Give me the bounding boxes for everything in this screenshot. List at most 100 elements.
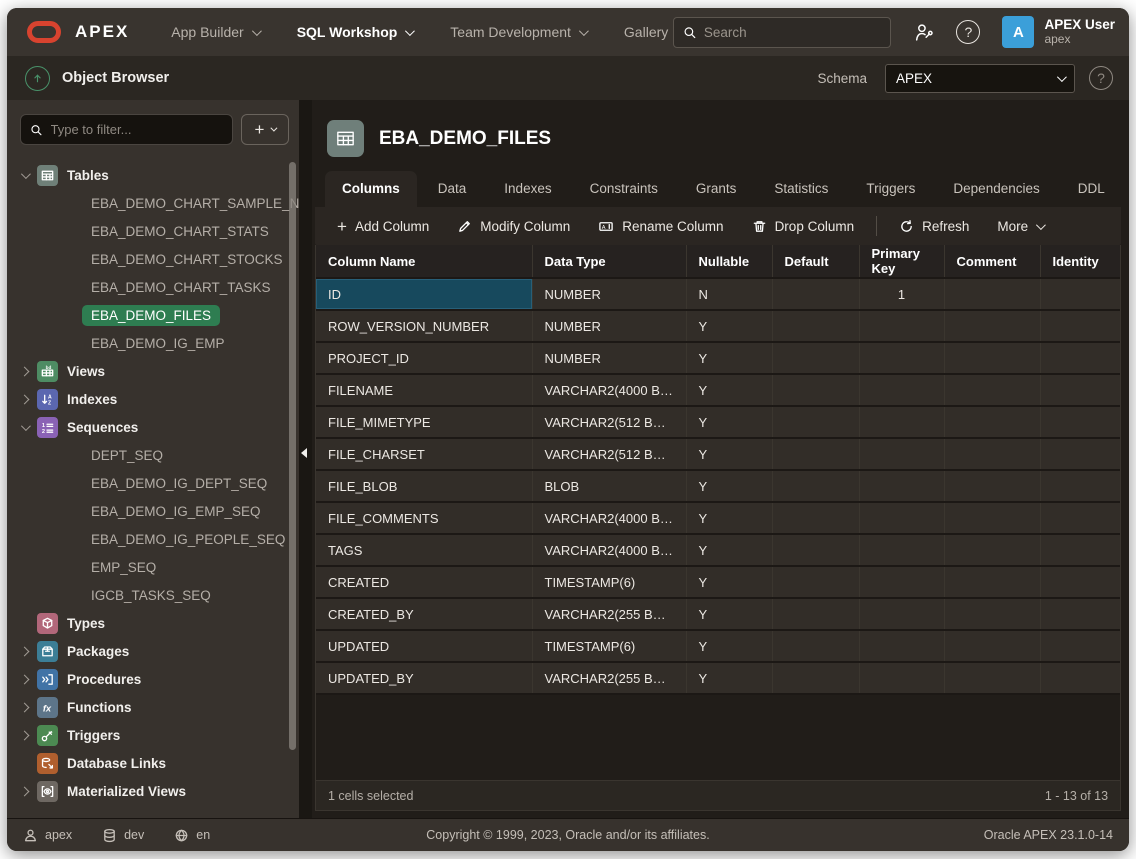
svg-text:A: A	[602, 224, 606, 230]
object-detail-pane: EBA_DEMO_FILES Columns Data Indexes Cons…	[312, 100, 1129, 818]
up-arrow-icon[interactable]	[25, 66, 50, 91]
footer-database[interactable]: dev	[102, 828, 144, 843]
tree-item-table[interactable]: EBA_DEMO_IG_EMP	[7, 329, 299, 357]
schema-help-icon[interactable]: ?	[1089, 66, 1113, 90]
tree-item-sequence[interactable]: EBA_DEMO_IG_PEOPLE_SEQ	[7, 525, 299, 553]
nav-gallery[interactable]: Gallery	[624, 24, 668, 40]
procedures-icon	[37, 669, 58, 690]
triggers-icon	[37, 725, 58, 746]
tree-item-table[interactable]: EBA_DEMO_CHART_STOCKS	[7, 245, 299, 273]
tab-sample-queries[interactable]: Sample Queries	[1126, 171, 1129, 207]
col-header[interactable]: Identity	[1040, 245, 1120, 278]
object-tree-sidebar: + Tables EBA_DEMO_CHART_SAMPLE_NAMES EBA…	[7, 100, 299, 818]
sidebar-item-triggers[interactable]: Triggers	[7, 721, 299, 749]
administration-icon[interactable]	[913, 22, 934, 43]
tab-ddl[interactable]: DDL	[1061, 171, 1122, 207]
sidebar-scrollbar[interactable]	[289, 162, 296, 750]
chevron-right-icon[interactable]	[20, 702, 30, 712]
tab-grants[interactable]: Grants	[679, 171, 754, 207]
col-header[interactable]: Nullable	[686, 245, 772, 278]
tree-filter-input[interactable]	[51, 122, 223, 137]
add-column-button[interactable]: + Add Column	[325, 212, 441, 241]
chevron-down-icon	[579, 26, 589, 36]
grid-cell-selected[interactable]: ID	[316, 278, 532, 310]
drop-column-button[interactable]: Drop Column	[740, 213, 867, 240]
sidebar-item-views[interactable]: bd Views	[7, 357, 299, 385]
modify-column-button[interactable]: Modify Column	[445, 213, 582, 240]
table-row: ROW_VERSION_NUMBERNUMBERY	[316, 310, 1120, 342]
chevron-right-icon[interactable]	[20, 786, 30, 796]
pagination-status: 1 - 13 of 13	[1045, 789, 1108, 803]
chevron-down-icon[interactable]	[21, 169, 31, 179]
tab-dependencies[interactable]: Dependencies	[936, 171, 1056, 207]
collapse-sidebar-icon[interactable]	[301, 448, 307, 458]
refresh-button[interactable]: Refresh	[887, 213, 981, 240]
grid-header-row: Column Name Data Type Nullable Default P…	[316, 245, 1120, 278]
tree-item-table[interactable]: EBA_DEMO_CHART_SAMPLE_NAMES	[7, 189, 299, 217]
col-header[interactable]: Column Name	[316, 245, 532, 278]
sidebar-item-sequences[interactable]: 12 Sequences	[7, 413, 299, 441]
sidebar-item-materialized-views[interactable]: Materialized Views	[7, 777, 299, 805]
chevron-down-icon	[252, 26, 262, 36]
tree-item-table-selected[interactable]: EBA_DEMO_FILES	[7, 301, 299, 329]
chevron-right-icon[interactable]	[20, 674, 30, 684]
sidebar-item-tables[interactable]: Tables	[7, 161, 299, 189]
nav-team-development[interactable]: Team Development	[450, 24, 586, 40]
main-nav: App Builder SQL Workshop Team Developmen…	[171, 24, 668, 40]
tab-indexes[interactable]: Indexes	[487, 171, 568, 207]
tree-item-sequence[interactable]: EBA_DEMO_IG_EMP_SEQ	[7, 497, 299, 525]
sidebar-item-indexes[interactable]: AZ Indexes	[7, 385, 299, 413]
tab-triggers[interactable]: Triggers	[849, 171, 932, 207]
sidebar-item-procedures[interactable]: Procedures	[7, 665, 299, 693]
rename-column-button[interactable]: A Rename Column	[586, 213, 735, 240]
create-object-button[interactable]: +	[241, 114, 289, 145]
tree-item-sequence[interactable]: IGCB_TASKS_SEQ	[7, 581, 299, 609]
more-button[interactable]: More	[985, 213, 1055, 240]
tree-item-table[interactable]: EBA_DEMO_CHART_STATS	[7, 217, 299, 245]
materialized-views-icon	[37, 781, 58, 802]
search-input[interactable]	[704, 25, 882, 40]
chevron-down-icon	[1036, 220, 1046, 230]
tab-constraints[interactable]: Constraints	[573, 171, 675, 207]
footer-language[interactable]: en	[174, 828, 210, 843]
chevron-down-icon	[271, 125, 278, 132]
sidebar-item-functions[interactable]: fx Functions	[7, 693, 299, 721]
globe-icon	[174, 828, 189, 843]
sidebar-item-types[interactable]: Types	[7, 609, 299, 637]
col-header[interactable]: Comment	[944, 245, 1040, 278]
sidebar-item-database-links[interactable]: Database Links	[7, 749, 299, 777]
table-row: FILE_CHARSETVARCHAR2(512 BYTE)Y	[316, 438, 1120, 470]
col-header[interactable]: Default	[772, 245, 859, 278]
object-tabs: Columns Data Indexes Constraints Grants …	[315, 171, 1121, 207]
page-title: Object Browser	[62, 70, 169, 86]
apex-window: APEX App Builder SQL Workshop Team Devel…	[7, 8, 1129, 851]
user-menu[interactable]: A APEX User apex	[1002, 16, 1115, 48]
chevron-right-icon[interactable]	[20, 394, 30, 404]
sidebar-item-packages[interactable]: Packages	[7, 637, 299, 665]
avatar: A	[1002, 16, 1034, 48]
schema-select[interactable]: APEX	[885, 64, 1075, 93]
footer-workspace[interactable]: apex	[23, 828, 72, 843]
chevron-right-icon[interactable]	[20, 366, 30, 376]
brand[interactable]: APEX	[27, 21, 129, 43]
tree-item-sequence[interactable]: EMP_SEQ	[7, 553, 299, 581]
chevron-right-icon[interactable]	[20, 730, 30, 740]
nav-sql-workshop[interactable]: SQL Workshop	[297, 24, 413, 40]
chevron-down-icon[interactable]	[21, 421, 31, 431]
tree-item-sequence[interactable]: DEPT_SEQ	[7, 441, 299, 469]
col-header[interactable]: Primary Key	[859, 245, 944, 278]
sidebar-splitter[interactable]	[299, 100, 312, 818]
object-tree: Tables EBA_DEMO_CHART_SAMPLE_NAMES EBA_D…	[7, 155, 299, 818]
plus-icon: +	[255, 121, 265, 138]
chevron-right-icon[interactable]	[20, 646, 30, 656]
tab-statistics[interactable]: Statistics	[757, 171, 845, 207]
table-row: FILE_MIMETYPEVARCHAR2(512 BYTE)Y	[316, 406, 1120, 438]
tab-data[interactable]: Data	[421, 171, 484, 207]
svg-text:Z: Z	[48, 400, 51, 406]
nav-app-builder[interactable]: App Builder	[171, 24, 258, 40]
tab-columns[interactable]: Columns	[325, 171, 417, 207]
help-icon[interactable]: ?	[956, 20, 980, 44]
col-header[interactable]: Data Type	[532, 245, 686, 278]
tree-item-table[interactable]: EBA_DEMO_CHART_TASKS	[7, 273, 299, 301]
tree-item-sequence[interactable]: EBA_DEMO_IG_DEPT_SEQ	[7, 469, 299, 497]
